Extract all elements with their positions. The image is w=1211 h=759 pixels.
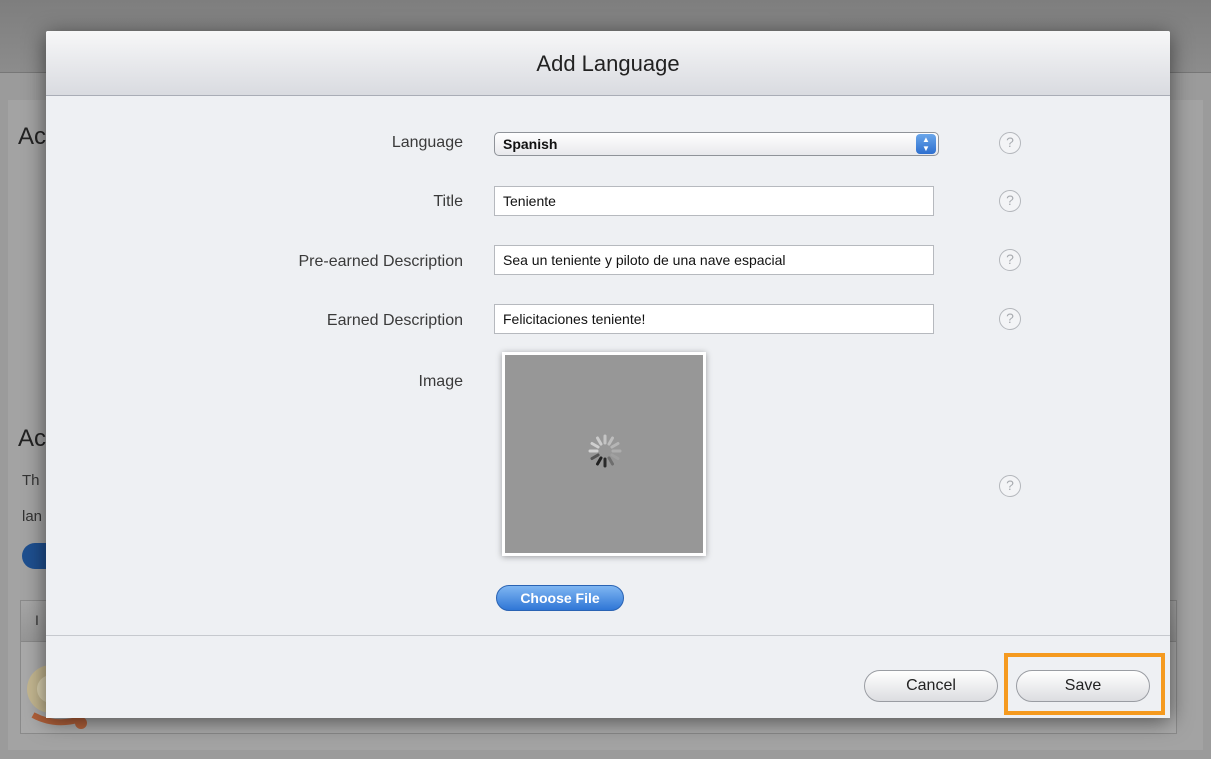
language-label: Language (391, 134, 463, 151)
title-label: Title (433, 193, 463, 210)
select-arrows-icon: ▲ ▼ (916, 134, 936, 154)
title-input[interactable] (494, 186, 934, 216)
background-heading: Ac (18, 425, 47, 452)
help-icon[interactable]: ? (999, 308, 1021, 330)
dialog-header: Add Language (46, 31, 1170, 96)
cancel-button[interactable]: Cancel (864, 670, 998, 702)
image-preview (502, 352, 706, 556)
help-icon[interactable]: ? (999, 190, 1021, 212)
help-icon[interactable]: ? (999, 475, 1021, 497)
background-table-header-label: I (35, 612, 39, 628)
choose-file-button[interactable]: Choose File (496, 585, 624, 611)
save-highlight-box (1004, 653, 1165, 715)
earned-description-input[interactable] (494, 304, 934, 334)
background-heading: Ac (18, 123, 47, 150)
background-text: lan (22, 508, 43, 525)
background-text: Th (22, 472, 40, 489)
language-select[interactable]: Spanish ▲ ▼ (494, 132, 939, 156)
dialog-title: Add Language (536, 51, 680, 76)
language-select-value: Spanish (503, 136, 558, 152)
add-language-dialog: Add Language Language Spanish ▲ ▼ ? Title… (46, 31, 1170, 718)
pre-earned-description-input[interactable] (494, 245, 934, 275)
image-label: Image (418, 373, 463, 390)
help-icon[interactable]: ? (999, 132, 1021, 154)
help-icon[interactable]: ? (999, 249, 1021, 271)
loading-spinner-icon (588, 434, 622, 468)
pre-earned-description-label: Pre-earned Description (298, 253, 463, 270)
dialog-footer (46, 635, 1170, 718)
earned-description-label: Earned Description (326, 312, 463, 329)
